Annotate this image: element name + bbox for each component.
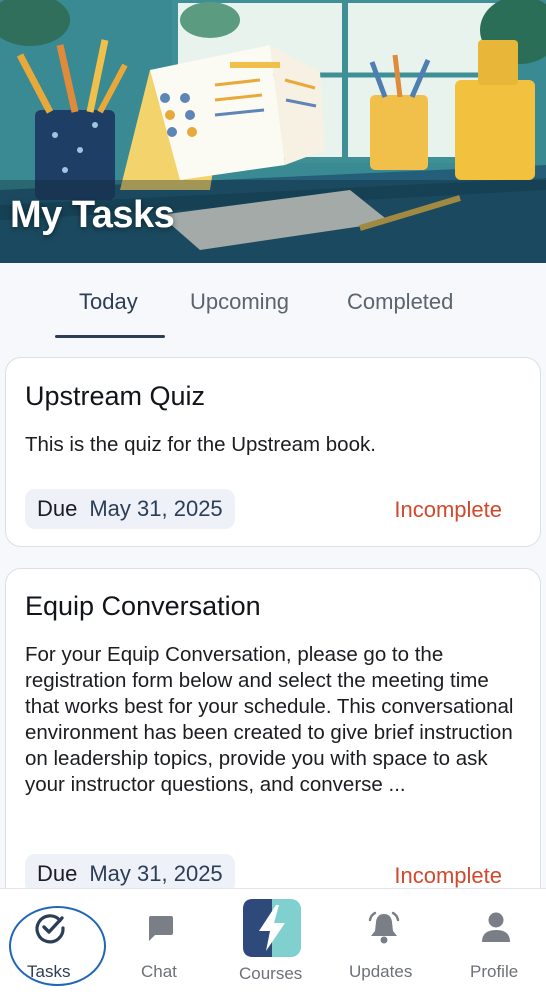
active-tab-indicator xyxy=(55,335,165,338)
task-tabs: Today Upcoming Completed xyxy=(0,263,546,343)
due-date: May 31, 2025 xyxy=(89,496,223,521)
task-title: Upstream Quiz xyxy=(25,381,206,411)
tab-completed[interactable]: Completed xyxy=(347,289,453,315)
tab-upcoming[interactable]: Upcoming xyxy=(190,289,289,315)
task-title: Equip Conversation xyxy=(25,591,261,621)
due-label: Due xyxy=(37,496,78,521)
nav-label-courses: Courses xyxy=(239,964,303,983)
bell-icon xyxy=(368,911,400,944)
task-description: This is the quiz for the Upstream book. xyxy=(25,433,376,456)
tab-today[interactable]: Today xyxy=(79,289,138,315)
nav-item-courses[interactable]: Courses xyxy=(225,889,325,1003)
nav-item-tasks[interactable]: Tasks xyxy=(0,889,110,1003)
tasks-screen: My Tasks Today Upcoming Completed Upstre… xyxy=(0,0,546,1003)
task-description: For your Equip Conversation, please go t… xyxy=(25,643,514,796)
status-badge: Incomplete xyxy=(394,863,502,888)
person-icon xyxy=(482,912,510,942)
header-banner: My Tasks xyxy=(0,0,546,263)
courses-bolt-logo-icon xyxy=(243,899,301,957)
task-card-equip-conversation[interactable]: Equip Conversation For your Equip Conver… xyxy=(5,568,541,928)
check-circle-icon xyxy=(35,914,65,944)
due-date-chip: Due May 31, 2025 xyxy=(25,489,235,529)
status-badge: Incomplete xyxy=(394,497,502,522)
page-title: My Tasks xyxy=(10,194,175,236)
chat-bubble-icon xyxy=(149,916,173,941)
nav-item-updates[interactable]: Updates xyxy=(335,889,435,1003)
nav-item-profile[interactable]: Profile xyxy=(450,889,546,1003)
nav-label-updates: Updates xyxy=(349,962,413,981)
due-label: Due xyxy=(37,861,78,886)
due-date: May 31, 2025 xyxy=(89,861,223,886)
bottom-navigation: Tasks Chat Courses Updates Profile xyxy=(0,888,546,1003)
nav-label-chat: Chat xyxy=(141,962,177,981)
nav-item-chat[interactable]: Chat xyxy=(110,889,210,1003)
task-card-upstream-quiz[interactable]: Upstream Quiz This is the quiz for the U… xyxy=(5,357,541,547)
nav-label-profile: Profile xyxy=(470,962,519,981)
nav-label-tasks: Tasks xyxy=(27,962,71,981)
